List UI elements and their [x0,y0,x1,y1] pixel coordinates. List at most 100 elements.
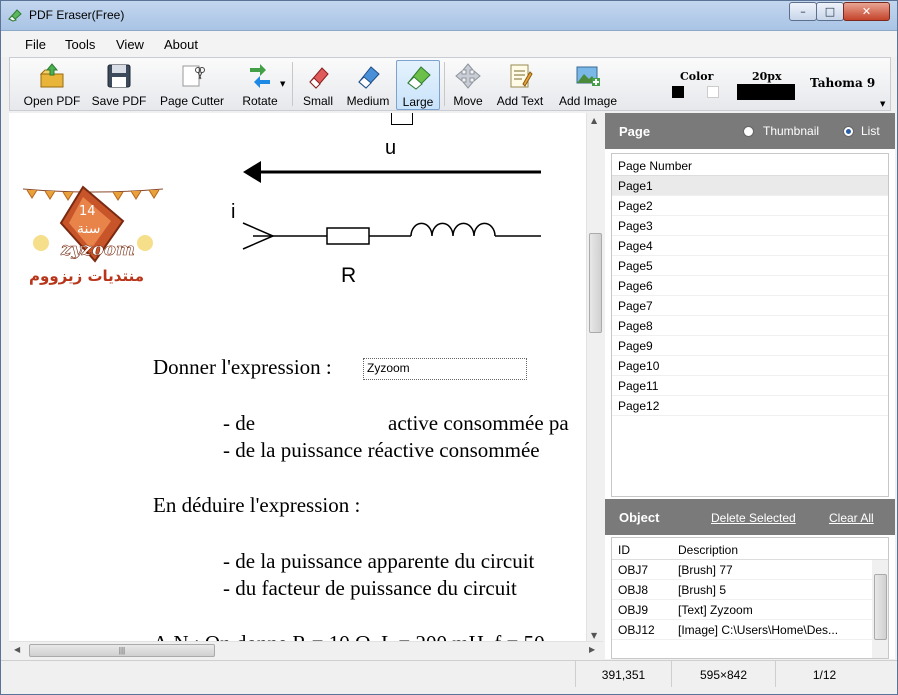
list-radio[interactable] [843,126,854,137]
add-image-button[interactable]: Add Image [554,60,622,110]
doc-prompt-2: En déduire l'expression : [153,493,361,517]
page-list-item[interactable]: Page3 [612,216,888,236]
page-index: 1/12 [775,661,873,687]
maximize-button[interactable]: □ [816,2,844,21]
open-pdf-label: Open PDF [23,94,81,108]
description-column-header[interactable]: Description [678,543,738,557]
brush-size-swatch[interactable] [737,84,795,100]
brush-size-label: 20px [752,70,782,83]
eraser-small-icon [309,67,329,89]
thumbnail-radio[interactable] [743,126,754,137]
list-radio-label[interactable]: List [861,124,880,138]
window-title: PDF Eraser(Free) [29,8,125,22]
eraser-small-button[interactable]: Small [296,60,340,110]
menu-view[interactable]: View [116,37,144,52]
page-list: Page Number Page1 Page2 Page3 Page4 Page5 Pag… [611,153,889,497]
save-pdf-button[interactable]: Save PDF [88,60,150,110]
current-label: i [231,201,236,223]
font-label[interactable]: Tahoma 9 [810,76,875,90]
object-list: ID Description OBJ7 [Brush] 77 OBJ8 [Brush]… [611,537,889,659]
close-button[interactable]: ✕ [843,2,890,21]
scroll-left-icon[interactable]: ◀ [14,645,20,654]
foreground-color-swatch[interactable] [672,86,684,98]
inserted-logo-image[interactable]: 14 سنة zyzoom منتديات زيزووم [21,185,165,289]
page-list-item[interactable]: Page2 [612,196,888,216]
page-list-item[interactable]: Page5 [612,256,888,276]
object-row[interactable]: OBJ7 [Brush] 77 [612,560,872,580]
page-list-item[interactable]: Page7 [612,296,888,316]
doc-line-1-end: active consommée pa [388,411,569,435]
rotate-dropdown-icon[interactable]: ▼ [280,80,285,88]
horizontal-scroll-thumb[interactable]: ||| [29,644,215,657]
doc-line-3: - de la puissance apparente du circuit [223,549,535,573]
add-text-button[interactable]: Add Text [490,60,550,110]
open-pdf-button[interactable]: Open PDF [18,60,86,110]
page-list-item[interactable]: Page8 [612,316,888,336]
page-size: 595×842 [671,661,775,687]
eraser-medium-button[interactable]: Medium [342,60,394,110]
side-panel: Page Thumbnail List Page Number Page1 Pag… [605,113,895,659]
toolbar-separator [292,62,293,106]
page-list-item[interactable]: Page1 [612,176,888,196]
toolbar: Open PDF Save PDF Page Cutter Rotate ▼ S… [9,57,891,111]
id-column-header[interactable]: ID [618,543,630,557]
logo-badge-number: 14 [79,204,96,219]
menu-about[interactable]: About [164,37,198,52]
eraser-medium-icon [358,66,380,89]
floppy-disk-icon [107,64,131,88]
background-color-swatch[interactable] [707,86,719,98]
delete-selected-link[interactable]: Delete Selected [711,511,796,525]
object-description: [Brush] 5 [678,583,727,597]
rotate-arrows-icon [250,64,270,88]
eraser-small-label: Small [302,94,333,108]
pdf-document-view[interactable]: u i R 14 سنة zyzoom منتديات زيزووم Donne… [9,113,586,643]
menu-tools[interactable]: Tools [65,37,95,52]
page-panel-title: Page [619,124,651,139]
page-list-item[interactable]: Page4 [612,236,888,256]
object-panel-title: Object [619,510,660,525]
object-row[interactable]: OBJ12 [Image] C:\Users\Home\Des... [612,620,872,640]
color-label: Color [680,70,714,83]
doc-line-2: - de la puissance réactive consommée [223,438,540,462]
document-horizontal-scrollbar[interactable]: ◀ ||| ▶ [9,641,603,658]
toolbar-overflow-icon[interactable]: ▼ [880,100,885,108]
page-list-item[interactable]: Page11 [612,376,888,396]
page-number-column-header[interactable]: Page Number [612,154,888,176]
document-vertical-scrollbar[interactable]: ▲ ▼ [586,113,603,643]
title-bar[interactable]: PDF Eraser(Free) – □ ✕ [1,1,897,31]
menu-file[interactable]: File [25,37,46,52]
object-row[interactable]: OBJ8 [Brush] 5 [612,580,872,600]
object-description: [Brush] 77 [678,563,733,577]
object-scroll-thumb[interactable] [874,574,887,640]
scroll-down-icon[interactable]: ▼ [591,631,597,640]
doc-line-4: - du facteur de puissance du circuit [223,576,517,600]
move-button[interactable]: Move [448,60,488,110]
object-row[interactable]: OBJ9 [Text] Zyzoom [612,600,872,620]
add-text-label: Add Text [496,94,544,108]
page-list-item[interactable]: Page9 [612,336,888,356]
scroll-right-icon[interactable]: ▶ [589,645,595,654]
thumbnail-radio-label[interactable]: Thumbnail [763,124,819,138]
move-cross-icon [455,63,481,89]
object-list-header: ID Description [612,538,888,560]
minimize-button[interactable]: – [789,2,817,21]
page-list-item[interactable]: Page6 [612,276,888,296]
page-list-item[interactable]: Page12 [612,396,888,416]
page-list-item[interactable]: Page10 [612,356,888,376]
picture-add-icon [576,66,600,86]
eraser-medium-label: Medium [346,94,390,108]
object-id: OBJ9 [618,603,649,617]
status-bar: 391,351 595×842 1/12 [1,660,897,694]
save-pdf-label: Save PDF [91,94,147,108]
object-id: OBJ7 [618,563,649,577]
clear-all-link[interactable]: Clear All [829,511,874,525]
eraser-large-button[interactable]: Large [396,60,440,110]
text-note-icon [510,64,533,88]
object-list-scrollbar[interactable] [872,560,888,658]
vertical-scroll-thumb[interactable] [589,233,602,333]
scroll-up-icon[interactable]: ▲ [591,116,597,125]
object-description: [Text] Zyzoom [678,603,753,617]
inserted-text-object[interactable]: Zyzoom [363,358,527,380]
page-panel-header: Page Thumbnail List [605,113,895,149]
page-cutter-button[interactable]: Page Cutter [154,60,230,110]
